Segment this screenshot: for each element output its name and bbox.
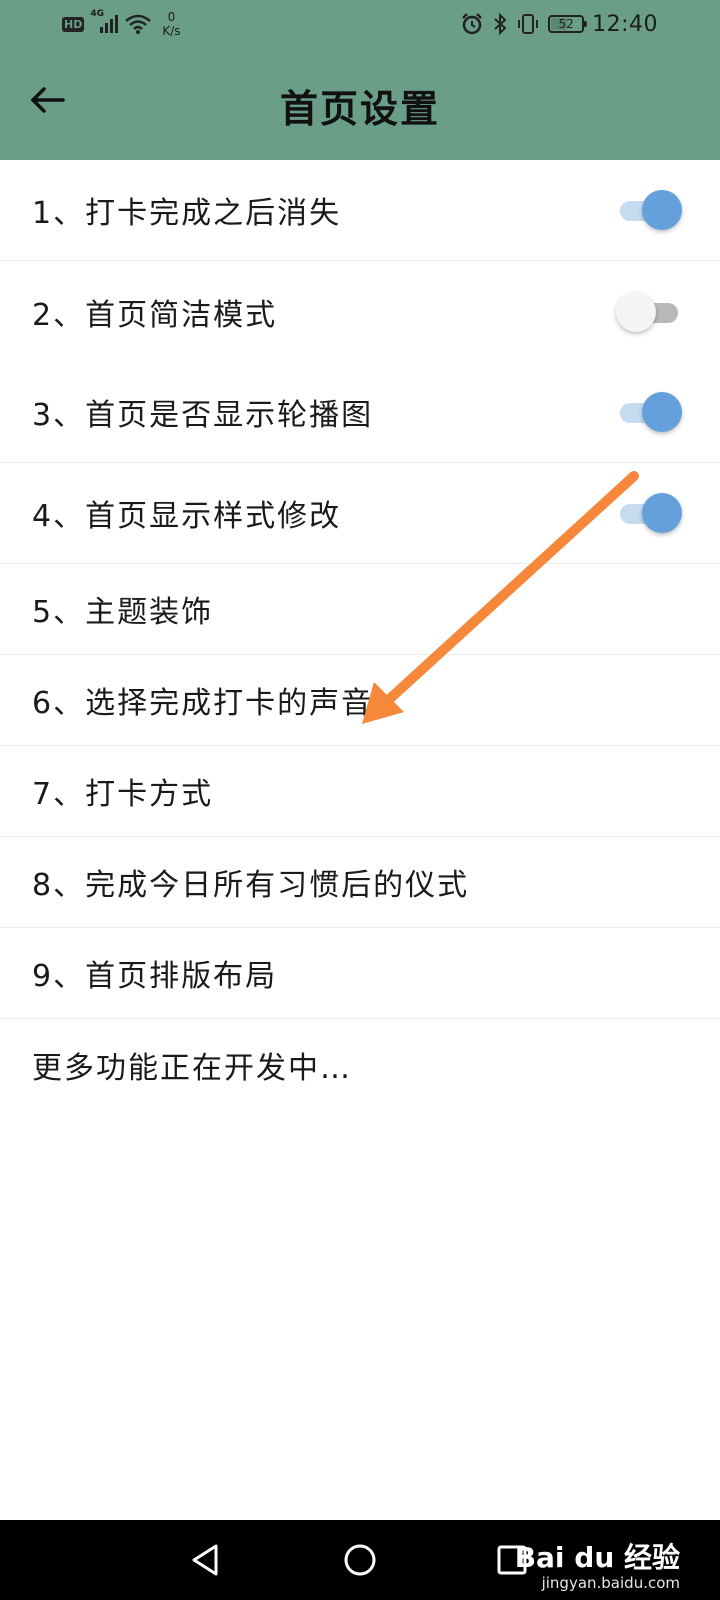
alarm-icon: [460, 12, 484, 36]
more-features-row: 更多功能正在开发中…: [0, 1019, 720, 1110]
setting-row-3[interactable]: 3、首页是否显示轮播图: [0, 362, 720, 463]
settings-list: 1、打卡完成之后消失 2、首页简洁模式 3、首页是否显示轮播图 4、首页显示样式…: [0, 160, 720, 1110]
setting-row-9[interactable]: 9、首页排版布局: [0, 928, 720, 1019]
net-speed-value: 0: [167, 10, 176, 24]
setting-label: 7、打卡方式: [32, 777, 214, 812]
app-bar: 首页设置: [0, 48, 720, 160]
setting-label: 5、主题装饰: [32, 595, 214, 630]
toggle-thumb: [616, 291, 656, 332]
setting-row-6[interactable]: 6、选择完成打卡的声音: [0, 655, 720, 746]
page-title: 首页设置: [279, 86, 440, 131]
more-features-label: 更多功能正在开发中…: [32, 1050, 352, 1086]
back-triangle-icon: [188, 1542, 224, 1578]
baidu-jingyan-watermark: Bai du 经验 jingyan.baidu.com: [514, 1541, 680, 1593]
setting-row-4[interactable]: 4、首页显示样式修改: [0, 463, 720, 564]
watermark-domain: jingyan.baidu.com: [541, 1574, 680, 1592]
screen: HD 4G 0 K/s 52 12:40 首页设置 1、打卡完成之后消失 2、首…: [0, 0, 720, 1600]
setting-label: 9、首页排版布局: [32, 959, 278, 994]
setting-label: 6、选择完成打卡的声音: [32, 686, 374, 721]
wifi-icon: [124, 12, 152, 36]
battery-level: 52: [558, 17, 574, 31]
net-speed-unit: K/s: [162, 24, 181, 38]
setting-row-7[interactable]: 7、打卡方式: [0, 746, 720, 837]
toggle-switch-2[interactable]: [616, 291, 682, 332]
toggle-thumb: [642, 190, 682, 230]
toggle-switch-3[interactable]: [616, 392, 682, 432]
setting-row-8[interactable]: 8、完成今日所有习惯后的仪式: [0, 837, 720, 928]
setting-label: 1、打卡完成之后消失: [32, 196, 342, 231]
setting-label: 2、首页简洁模式: [32, 297, 278, 333]
setting-row-5[interactable]: 5、主题装饰: [0, 564, 720, 655]
status-clock: 12:40: [592, 11, 658, 37]
toggle-switch-1[interactable]: [616, 190, 682, 230]
vibrate-icon: [516, 12, 540, 36]
bluetooth-icon: [492, 12, 508, 36]
watermark-brand: Bai du 经验: [514, 1541, 680, 1574]
nav-back-button[interactable]: [182, 1536, 230, 1584]
toggle-thumb: [642, 392, 682, 432]
setting-label: 3、首页是否显示轮播图: [32, 398, 374, 433]
toggle-switch-4[interactable]: [616, 493, 682, 533]
home-circle-icon: [342, 1542, 378, 1578]
navigation-bar: Bai du 经验 jingyan.baidu.com: [0, 1520, 720, 1600]
battery-icon: 52: [548, 15, 588, 33]
setting-label: 4、首页显示样式修改: [32, 499, 342, 534]
nav-home-button[interactable]: [336, 1536, 384, 1584]
setting-row-1[interactable]: 1、打卡完成之后消失: [0, 160, 720, 261]
status-bar-left: HD 4G 0 K/s: [62, 8, 181, 40]
setting-row-2[interactable]: 2、首页简洁模式: [0, 261, 720, 362]
toggle-thumb: [642, 493, 682, 533]
status-bar: HD 4G 0 K/s 52 12:40: [0, 0, 720, 48]
net-speed: 0 K/s: [162, 10, 180, 38]
network-type-label: 4G: [90, 9, 104, 19]
status-bar-right: 52 12:40: [460, 8, 658, 40]
setting-label: 8、完成今日所有习惯后的仪式: [32, 868, 470, 903]
signal-icon: 4G: [90, 9, 119, 36]
hd-badge: HD: [62, 16, 85, 32]
